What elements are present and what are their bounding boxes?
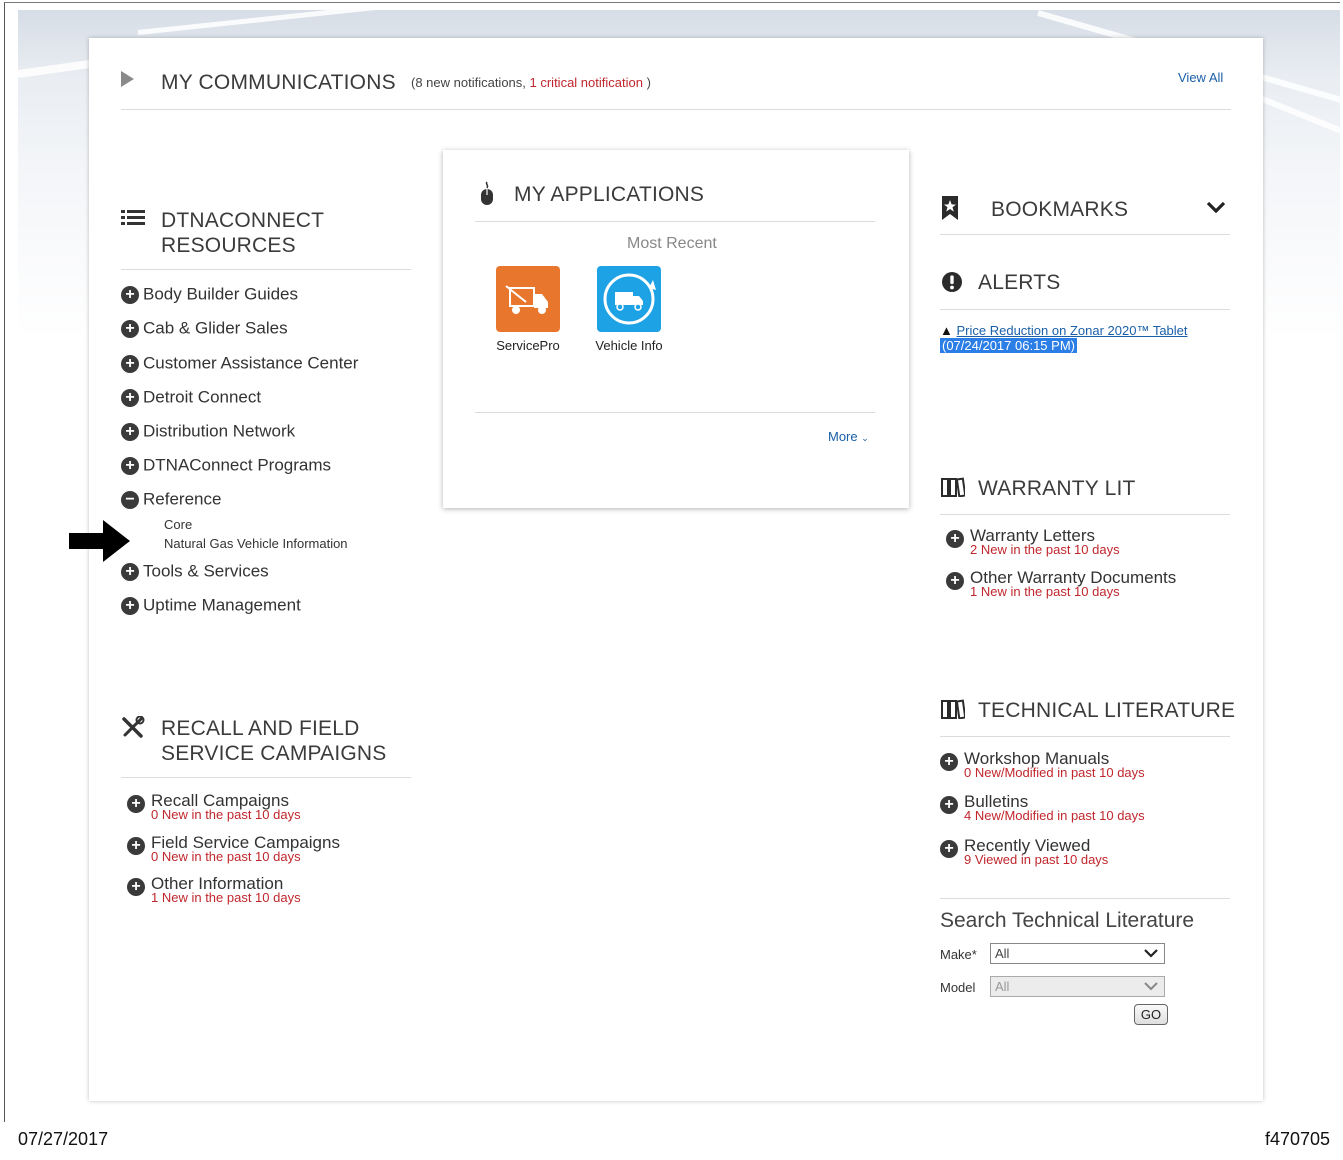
communications-divider [121, 109, 1231, 110]
recall-divider [121, 777, 411, 778]
resources-divider [121, 269, 411, 270]
resource-item-cab-glider-sales[interactable]: + Cab & Glider Sales [121, 318, 288, 339]
reference-subitem-core[interactable]: Core [164, 517, 192, 532]
plus-circle-icon: + [940, 840, 958, 858]
plus-circle-icon: + [121, 562, 139, 581]
list-icon [121, 210, 145, 225]
resource-item-tools-services[interactable]: + Tools & Services [121, 561, 269, 582]
books-icon [941, 477, 965, 497]
exclamation-circle-icon [942, 272, 962, 292]
minus-circle-icon: − [121, 490, 139, 509]
plus-circle-icon: + [121, 422, 139, 441]
main-panel: MY COMMUNICATIONS (8 new notifications, … [89, 38, 1263, 1101]
chevron-down-icon[interactable] [1206, 200, 1226, 214]
servicepro-label[interactable]: ServicePro [488, 338, 568, 353]
plus-circle-icon: + [940, 796, 958, 814]
technical-literature-title: TECHNICAL LITERATURE [978, 699, 1236, 722]
tools-icon [122, 716, 145, 738]
make-label: Make* [940, 947, 977, 962]
plus-circle-icon: + [127, 795, 145, 813]
notification-count: (8 new notifications, 1 critical notific… [411, 75, 651, 90]
plus-circle-icon: + [121, 456, 139, 475]
communications-title[interactable]: MY COMMUNICATIONS [161, 71, 396, 95]
mouse-icon [481, 181, 493, 205]
plus-circle-icon: + [940, 753, 958, 771]
tow-truck-icon [505, 285, 548, 314]
resource-item-body-builder-guides[interactable]: + Body Builder Guides [121, 284, 298, 305]
plus-circle-icon: + [946, 530, 964, 548]
go-button[interactable]: GO [1134, 1004, 1168, 1025]
make-select[interactable]: All [990, 943, 1165, 964]
alerts-title: ALERTS [978, 271, 1061, 294]
callout-arrow-icon [69, 520, 130, 562]
alert-date: (07/24/2017 06:15 PM) [940, 338, 1077, 353]
warning-triangle-icon: ▲ [940, 323, 953, 338]
plus-circle-icon: + [121, 388, 139, 407]
view-all-link[interactable]: View All [1178, 70, 1223, 85]
plus-circle-icon: + [946, 572, 964, 590]
plus-circle-icon: + [127, 878, 145, 896]
books-icon [941, 699, 965, 719]
vehicle-info-label[interactable]: Vehicle Info [583, 338, 675, 353]
technical-divider [940, 736, 1230, 737]
applications-divider-bottom [475, 412, 875, 413]
warranty-title: WARRANTY LIT [978, 477, 1136, 500]
figure-id: f470705 [1265, 1129, 1331, 1149]
search-title: Search Technical Literature [940, 909, 1195, 932]
resource-item-distribution-network[interactable]: + Distribution Network [121, 421, 295, 442]
model-select[interactable]: All [990, 976, 1165, 997]
servicepro-app-tile[interactable] [496, 266, 560, 332]
recall-title: RECALL AND FIELD SERVICE CAMPAIGNS [161, 717, 387, 765]
bookmark-star-icon [942, 196, 958, 220]
resource-item-uptime-management[interactable]: + Uptime Management [121, 595, 301, 616]
warranty-divider [940, 514, 1230, 515]
search-divider [940, 898, 1230, 899]
resource-item-detroit-connect[interactable]: + Detroit Connect [121, 387, 261, 408]
applications-title: MY APPLICATIONS [514, 183, 705, 206]
applications-divider-top [475, 221, 875, 222]
chevron-down-icon [1144, 982, 1158, 991]
most-recent-label: Most Recent [627, 235, 717, 252]
plus-circle-icon: + [121, 596, 139, 615]
critical-notification-link[interactable]: 1 critical notification [530, 75, 643, 90]
model-label: Model [940, 980, 976, 995]
vehicle-info-app-tile[interactable] [597, 266, 661, 332]
more-apps-link[interactable]: More ⌄ [828, 429, 869, 444]
resource-item-customer-assistance-center[interactable]: + Customer Assistance Center [121, 353, 358, 374]
alerts-divider [940, 309, 1230, 310]
applications-card: MY APPLICATIONS Most Recent ServicePro V… [443, 150, 909, 508]
alert-item-link[interactable]: ▲ Price Reduction on Zonar 2020™ Tablet [940, 323, 1188, 338]
expand-arrow-icon[interactable] [121, 71, 134, 87]
resource-item-dtnaconnect-programs[interactable]: + DTNAConnect Programs [121, 455, 331, 476]
bookmarks-divider [940, 234, 1230, 235]
chevron-down-icon: ⌄ [861, 433, 869, 443]
plus-circle-icon: + [121, 285, 139, 304]
resources-title: DTNACONNECT RESOURCES [161, 209, 325, 257]
plus-circle-icon: + [121, 319, 139, 338]
bookmarks-title[interactable]: BOOKMARKS [991, 197, 1128, 222]
figure-date: 07/27/2017 [18, 1129, 109, 1149]
truck-refresh-icon [603, 273, 656, 325]
plus-circle-icon: + [127, 837, 145, 855]
plus-circle-icon: + [121, 354, 139, 373]
reference-subitem-natural-gas[interactable]: Natural Gas Vehicle Information [164, 536, 348, 551]
chevron-down-icon [1144, 949, 1158, 958]
resource-item-reference[interactable]: − Reference [121, 489, 221, 510]
